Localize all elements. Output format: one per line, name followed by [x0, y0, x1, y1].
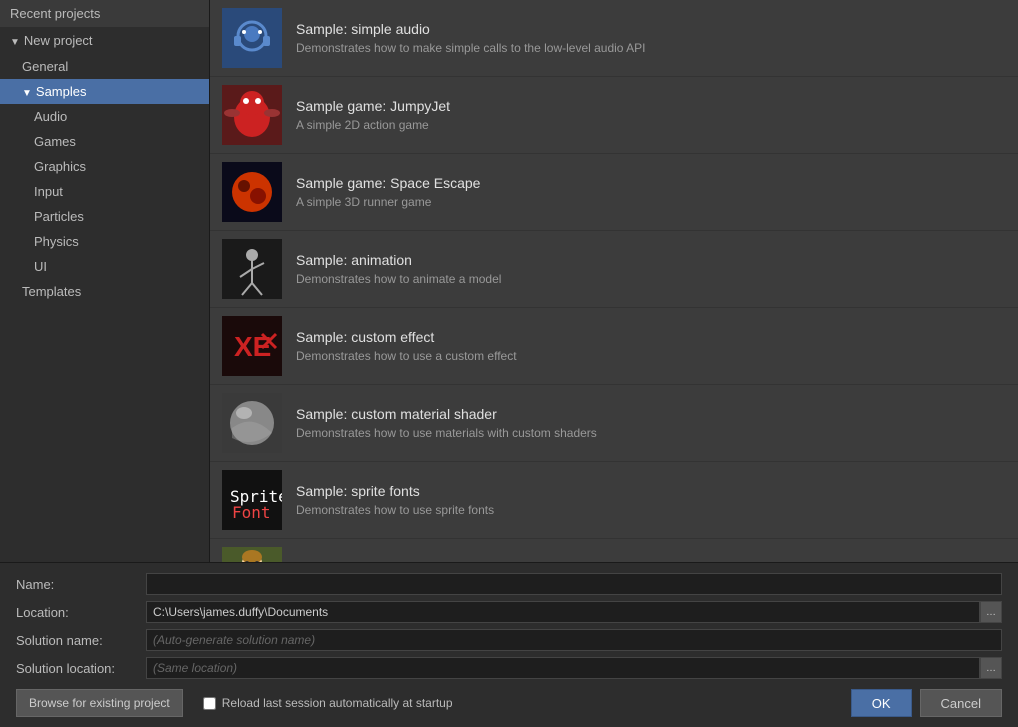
sidebar-item-templates[interactable]: Templates	[0, 279, 209, 304]
reload-checkbox-row: Reload last session automatically at sta…	[203, 696, 851, 710]
project-description: Demonstrates how to make simple calls to…	[296, 41, 1006, 55]
reload-label: Reload last session automatically at sta…	[222, 696, 453, 710]
name-label: Name:	[16, 577, 146, 592]
project-thumbnail-custom-material	[222, 393, 282, 453]
location-row: Location: …	[16, 601, 1002, 623]
project-info-simple-audio: Sample: simple audio Demonstrates how to …	[296, 21, 1006, 55]
sidebar-item-label: Recent projects	[10, 6, 100, 21]
sidebar-item-label: New project	[24, 33, 93, 48]
project-title: Sample: custom material shader	[296, 406, 1006, 422]
project-info-jumpyjet: Sample game: JumpyJet A simple 2D action …	[296, 98, 1006, 132]
sidebar: Recent projects▼New projectGeneral▼Sampl…	[0, 0, 210, 562]
project-thumbnail-jumpyjet	[222, 85, 282, 145]
project-thumbnail-simple-audio	[222, 8, 282, 68]
project-description: Demonstrates how to animate a model	[296, 272, 1006, 286]
project-thumbnail-sprite-studio	[222, 547, 282, 562]
location-input[interactable]	[146, 601, 980, 623]
location-browse-btn[interactable]: …	[980, 601, 1002, 623]
cancel-button[interactable]: Cancel	[920, 689, 1002, 717]
sidebar-item-audio[interactable]: Audio	[0, 104, 209, 129]
bottom-panel: Name: Location: … Solution name: Solutio…	[0, 562, 1018, 727]
project-description: A simple 3D runner game	[296, 195, 1006, 209]
reload-checkbox[interactable]	[203, 697, 216, 710]
location-label: Location:	[16, 605, 146, 620]
project-thumbnail-animation	[222, 239, 282, 299]
content-area: Sample: simple audio Demonstrates how to …	[210, 0, 1018, 562]
project-description: Demonstrates how to use materials with c…	[296, 426, 1006, 440]
solution-location-input[interactable]	[146, 657, 980, 679]
project-thumbnail-space-escape	[222, 162, 282, 222]
project-thumbnail-custom-effect: XE	[222, 316, 282, 376]
project-item-animation[interactable]: Sample: animation Demonstrates how to ani…	[210, 231, 1018, 308]
project-info-space-escape: Sample game: Space Escape A simple 3D run…	[296, 175, 1006, 209]
sidebar-item-new-project[interactable]: ▼ New project	[0, 27, 209, 54]
location-input-group: …	[146, 601, 1002, 623]
ok-button[interactable]: OK	[851, 689, 912, 717]
project-item-sprite-studio[interactable]: Sample: SpriteStudioDemonstrates how to …	[210, 539, 1018, 562]
project-thumbnail-sprite-fonts: SpriteFont	[222, 470, 282, 530]
name-input[interactable]	[146, 573, 1002, 595]
sidebar-item-label: Particles	[34, 209, 84, 224]
sidebar-item-ui[interactable]: UI	[0, 254, 209, 279]
sidebar-item-graphics[interactable]: Graphics	[0, 154, 209, 179]
svg-text:Font: Font	[232, 503, 271, 522]
project-item-custom-effect[interactable]: XE Sample: custom effect Demonstrates how …	[210, 308, 1018, 385]
bottom-actions: Browse for existing project Reload last …	[16, 689, 1002, 717]
sidebar-item-label: Samples	[36, 84, 87, 99]
project-title: Sample: simple audio	[296, 21, 1006, 37]
solution-name-input[interactable]	[146, 629, 1002, 651]
browse-existing-button[interactable]: Browse for existing project	[16, 689, 183, 717]
project-description: A simple 2D action game	[296, 118, 1006, 132]
project-title: Sample: sprite fonts	[296, 483, 1006, 499]
project-title: Sample: custom effect	[296, 329, 1006, 345]
sidebar-item-recent-projects[interactable]: Recent projects	[0, 0, 209, 27]
project-description: Demonstrates how to use sprite fonts	[296, 503, 1006, 517]
sidebar-item-label: General	[22, 59, 68, 74]
project-item-sprite-fonts[interactable]: SpriteFont Sample: sprite fonts Demonstrat…	[210, 462, 1018, 539]
project-info-animation: Sample: animation Demonstrates how to ani…	[296, 252, 1006, 286]
sidebar-item-label: Physics	[34, 234, 79, 249]
sidebar-item-label: Audio	[34, 109, 67, 124]
solution-location-browse-btn[interactable]: …	[980, 657, 1002, 679]
name-row: Name:	[16, 573, 1002, 595]
main-area: Recent projects▼New projectGeneral▼Sampl…	[0, 0, 1018, 562]
solution-location-label: Solution location:	[16, 661, 146, 676]
arrow-icon: ▼	[22, 88, 32, 99]
solution-location-row: Solution location: …	[16, 657, 1002, 679]
project-item-simple-audio[interactable]: Sample: simple audio Demonstrates how to …	[210, 0, 1018, 77]
project-info-custom-effect: Sample: custom effect Demonstrates how to…	[296, 329, 1006, 363]
project-description: Demonstrates how to use a custom effect	[296, 349, 1006, 363]
project-info-sprite-fonts: Sample: sprite fonts Demonstrates how to …	[296, 483, 1006, 517]
project-title: Sample: animation	[296, 252, 1006, 268]
sidebar-item-label: Templates	[22, 284, 81, 299]
arrow-icon: ▼	[10, 37, 20, 48]
sidebar-item-label: Graphics	[34, 159, 86, 174]
project-item-jumpyjet[interactable]: Sample game: JumpyJet A simple 2D action …	[210, 77, 1018, 154]
sidebar-item-samples[interactable]: ▼ Samples	[0, 79, 209, 104]
project-list[interactable]: Sample: simple audio Demonstrates how to …	[210, 0, 1018, 562]
solution-name-label: Solution name:	[16, 633, 146, 648]
project-item-space-escape[interactable]: Sample game: Space Escape A simple 3D run…	[210, 154, 1018, 231]
sidebar-item-label: Games	[34, 134, 76, 149]
sidebar-item-physics[interactable]: Physics	[0, 229, 209, 254]
sidebar-item-general[interactable]: General	[0, 54, 209, 79]
project-title: Sample game: JumpyJet	[296, 98, 1006, 114]
solution-name-row: Solution name:	[16, 629, 1002, 651]
project-title: Sample game: Space Escape	[296, 175, 1006, 191]
sidebar-item-label: Input	[34, 184, 63, 199]
sidebar-item-input[interactable]: Input	[0, 179, 209, 204]
sidebar-item-particles[interactable]: Particles	[0, 204, 209, 229]
project-info-custom-material: Sample: custom material shader Demonstrat…	[296, 406, 1006, 440]
solution-location-input-group: …	[146, 657, 1002, 679]
sidebar-item-games[interactable]: Games	[0, 129, 209, 154]
project-item-custom-material[interactable]: Sample: custom material shader Demonstrat…	[210, 385, 1018, 462]
sidebar-item-label: UI	[34, 259, 47, 274]
